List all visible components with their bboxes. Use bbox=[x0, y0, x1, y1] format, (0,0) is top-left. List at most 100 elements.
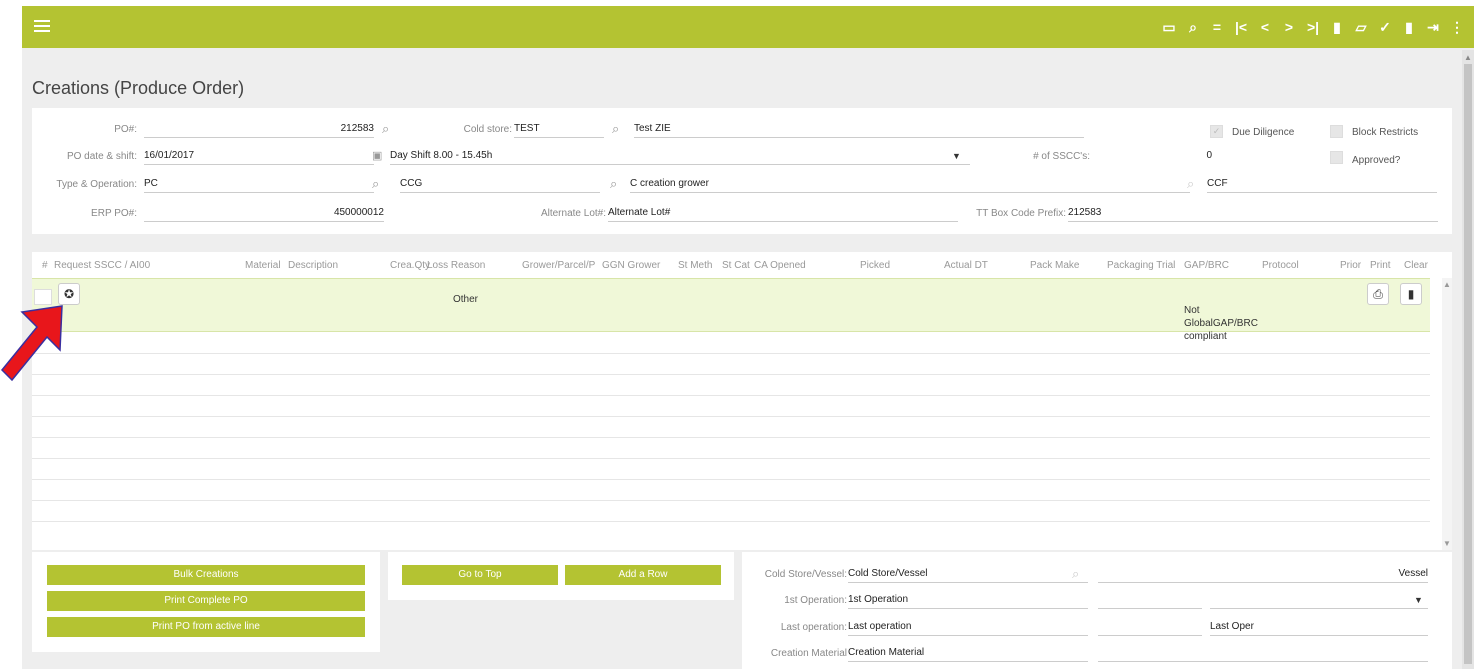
page-title: Creations (Produce Order) bbox=[32, 78, 245, 98]
row-divider bbox=[32, 353, 1430, 354]
print-complete-po-button[interactable]: Print Complete PO bbox=[47, 591, 365, 611]
erp-po-field[interactable]: 450000012 bbox=[144, 206, 384, 222]
column-header[interactable]: Protocol bbox=[1262, 260, 1299, 271]
last-operation-field[interactable]: Last operation bbox=[848, 620, 1088, 636]
clear-document-icon[interactable]: ▮ bbox=[1400, 283, 1422, 305]
shift-select[interactable]: Day Shift 8.00 - 15.45h bbox=[390, 149, 970, 165]
search-icon[interactable]: ⌕ bbox=[1072, 566, 1079, 582]
search-icon[interactable]: ⌕ bbox=[612, 121, 619, 137]
column-header[interactable]: GGN Grower bbox=[602, 260, 660, 271]
search-icon[interactable]: ⌕ bbox=[1187, 176, 1194, 192]
scroll-up-icon[interactable]: ▲ bbox=[1443, 280, 1451, 289]
exit-icon[interactable]: ⇥ bbox=[1422, 6, 1444, 48]
add-row-button[interactable]: Add a Row bbox=[565, 565, 721, 585]
search-icon[interactable]: ⌕ bbox=[372, 176, 379, 192]
approved-checkbox[interactable] bbox=[1330, 151, 1343, 164]
print-icon[interactable]: ⎙ bbox=[1367, 283, 1389, 305]
check-icon[interactable]: ✓ bbox=[1374, 6, 1396, 48]
search-icon[interactable]: ⌕ bbox=[1182, 6, 1204, 48]
column-header[interactable]: Loss Reason bbox=[427, 260, 485, 271]
column-header[interactable]: Clear bbox=[1404, 260, 1428, 271]
erp-po-label: ERP PO#: bbox=[91, 208, 137, 219]
first-page-icon[interactable]: |< bbox=[1230, 6, 1252, 48]
column-header[interactable]: Grower/Parcel/P bbox=[522, 260, 595, 271]
column-header[interactable]: Print bbox=[1370, 260, 1391, 271]
creation-material-field[interactable]: Creation Material bbox=[848, 646, 1088, 662]
last-page-icon[interactable]: >| bbox=[1302, 6, 1324, 48]
column-header[interactable]: Description bbox=[288, 260, 338, 271]
column-header[interactable]: Packaging Trial bbox=[1107, 260, 1175, 271]
alternate-lot-label: Alternate Lot#: bbox=[540, 208, 606, 219]
alternate-lot-field[interactable]: Alternate Lot# bbox=[608, 206, 958, 222]
next-icon[interactable]: > bbox=[1278, 6, 1300, 48]
column-header[interactable]: Picked bbox=[860, 260, 890, 271]
sscc-count: 0 bbox=[1206, 150, 1212, 161]
first-operation-code[interactable] bbox=[1098, 593, 1202, 609]
equals-icon[interactable]: = bbox=[1206, 6, 1228, 48]
bulk-creations-button[interactable]: Bulk Creations bbox=[47, 565, 365, 585]
edit-icon[interactable]: ▱ bbox=[1350, 6, 1372, 48]
chevron-down-icon[interactable]: ▼ bbox=[952, 151, 961, 161]
go-to-top-button[interactable]: Go to Top bbox=[402, 565, 558, 585]
palette-icon[interactable]: ✪ bbox=[58, 283, 80, 305]
grid-scrollbar[interactable]: ▲ ▼ bbox=[1442, 278, 1452, 550]
first-operation-select[interactable] bbox=[1210, 593, 1428, 609]
column-header[interactable]: St Cat bbox=[722, 260, 750, 271]
page-scrollbar[interactable]: ▲ bbox=[1462, 50, 1474, 669]
row-divider bbox=[32, 437, 1430, 438]
tt-box-prefix-field[interactable]: 212583 bbox=[1068, 206, 1438, 222]
search-icon[interactable]: ⌕ bbox=[382, 121, 389, 137]
row-divider bbox=[32, 458, 1430, 459]
creation-material-description[interactable] bbox=[1098, 646, 1428, 662]
scrollbar-thumb[interactable] bbox=[1464, 64, 1472, 664]
column-header[interactable]: Actual DT bbox=[944, 260, 988, 271]
column-header[interactable]: Request SSCC / AI00 bbox=[54, 260, 150, 271]
due-diligence-checkbox[interactable]: ✓ bbox=[1210, 125, 1223, 138]
last-operation-code[interactable] bbox=[1098, 620, 1202, 636]
row-divider bbox=[32, 416, 1430, 417]
column-header[interactable]: Crea.Qty bbox=[390, 260, 430, 271]
toolbar-actions: ▭ ⌕ = |< < > >| ▮ ▱ ✓ ▮ ⇥ ⋮ bbox=[1156, 6, 1468, 48]
first-operation-label: 1st Operation: bbox=[784, 595, 847, 606]
type-operation-label: Type & Operation: bbox=[56, 179, 137, 190]
search-icon[interactable]: ⌕ bbox=[610, 176, 617, 192]
scroll-down-icon[interactable]: ▼ bbox=[1443, 539, 1451, 548]
po-date-field[interactable]: 16/01/2017 bbox=[144, 149, 374, 165]
more-vert-icon[interactable]: ⋮ bbox=[1446, 6, 1468, 48]
row-number-field[interactable] bbox=[34, 289, 52, 305]
delete-icon[interactable]: ▮ bbox=[1398, 6, 1420, 48]
cold-store-vessel-field[interactable]: Cold Store/Vessel bbox=[848, 567, 1088, 583]
calendar-icon[interactable]: ▣ bbox=[372, 149, 382, 162]
new-document-icon[interactable]: ▮ bbox=[1326, 6, 1348, 48]
cold-store-field[interactable]: TEST bbox=[514, 122, 604, 138]
approved-label: Approved? bbox=[1352, 155, 1401, 166]
chevron-down-icon[interactable]: ▼ bbox=[1414, 595, 1423, 605]
block-restricts-checkbox[interactable] bbox=[1330, 125, 1343, 138]
scroll-up-icon[interactable]: ▲ bbox=[1464, 53, 1472, 62]
calendar-icon[interactable]: ▭ bbox=[1158, 6, 1180, 48]
vessel-field[interactable]: Vessel bbox=[1098, 567, 1428, 583]
table-row[interactable]: ✪ Other Not GlobalGAP/BRC compliant ⎙ ▮ bbox=[32, 278, 1430, 342]
column-header[interactable]: CA Opened bbox=[754, 260, 806, 271]
row-divider bbox=[32, 374, 1430, 375]
ccf-field[interactable]: CCF bbox=[1207, 177, 1437, 193]
menu-icon[interactable] bbox=[34, 20, 50, 32]
loss-reason-cell[interactable]: Other bbox=[453, 294, 478, 305]
column-header[interactable]: Prior bbox=[1340, 260, 1361, 271]
column-header[interactable]: St Meth bbox=[678, 260, 712, 271]
column-header[interactable]: Pack Make bbox=[1030, 260, 1079, 271]
creations-grid: # Request SSCC / AI00 Material Descripti… bbox=[32, 252, 1452, 550]
column-header[interactable]: GAP/BRC bbox=[1184, 260, 1229, 271]
row-divider bbox=[32, 479, 1430, 480]
previous-icon[interactable]: < bbox=[1254, 6, 1276, 48]
print-po-active-line-button[interactable]: Print PO from active line bbox=[47, 617, 365, 637]
column-header[interactable]: # bbox=[42, 260, 48, 271]
first-operation-field[interactable]: 1st Operation bbox=[848, 593, 1088, 609]
gap-brc-cell: Not GlobalGAP/BRC compliant bbox=[1184, 305, 1258, 342]
last-oper-field[interactable]: Last Oper bbox=[1210, 620, 1428, 636]
type-field[interactable]: PC bbox=[144, 177, 374, 193]
operation-field[interactable]: CCG bbox=[400, 177, 600, 193]
po-field[interactable]: 212583 bbox=[144, 122, 374, 138]
cold-store-vessel-label: Cold Store/Vessel: bbox=[764, 569, 847, 580]
column-header[interactable]: Material bbox=[245, 260, 281, 271]
